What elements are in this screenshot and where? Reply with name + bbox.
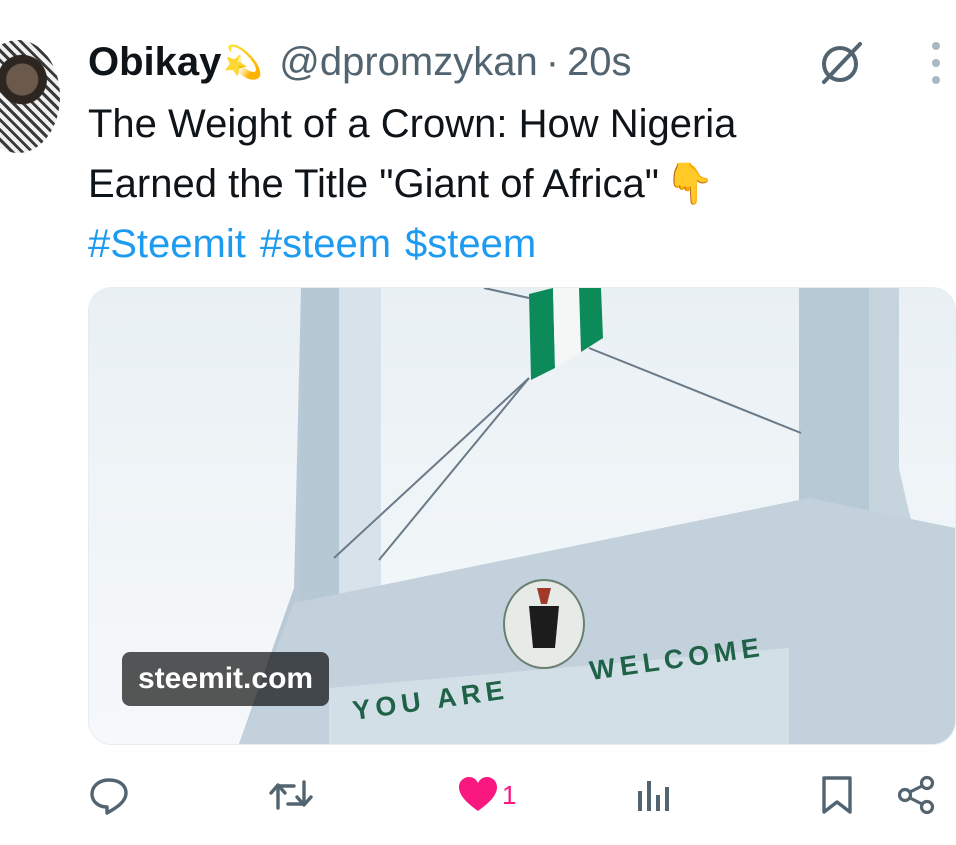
like-count: 1: [502, 779, 517, 810]
card-domain-label: steemit.com: [122, 652, 330, 706]
bookmark-icon: [822, 776, 852, 814]
like-button[interactable]: 1: [458, 770, 516, 820]
views-icon: [638, 781, 669, 811]
more-options-icon[interactable]: [922, 42, 950, 84]
pointing-down-emoji: 👇: [664, 162, 715, 206]
action-bar: 1: [88, 770, 954, 820]
tweet-text-line-1: The Weight of a Crown: How Nigeria: [88, 102, 737, 146]
tweet-text-line-2-content: Earned the Title "Giant of Africa": [88, 162, 659, 206]
tweet-text-line-2: Earned the Title "Giant of Africa" 👇: [88, 154, 948, 214]
dizzy-emoji: 💫: [223, 44, 264, 80]
reply-button[interactable]: [88, 770, 130, 820]
author-name[interactable]: Obikay: [88, 40, 221, 85]
repost-icon: [269, 780, 313, 810]
views-button[interactable]: [636, 770, 670, 820]
grok-icon[interactable]: [816, 38, 868, 86]
author-handle[interactable]: @dpromzykan: [279, 40, 537, 85]
tweet-body: The Weight of a Crown: How Nigeria Earne…: [88, 94, 948, 274]
tweet-header: Obikay 💫 @dpromzykan · 20s: [88, 38, 632, 86]
reply-icon: [90, 778, 128, 815]
share-icon: [897, 775, 935, 815]
hashtag-steem[interactable]: #steem: [260, 222, 391, 266]
hashtags: #Steemit #steem $steem: [88, 214, 948, 274]
separator-dot: ·: [545, 39, 560, 84]
timestamp[interactable]: 20s: [567, 40, 632, 85]
hashtag-steemit[interactable]: #Steemit: [88, 222, 246, 266]
cashtag-steem[interactable]: $steem: [405, 222, 536, 266]
avatar[interactable]: [0, 40, 60, 153]
repost-button[interactable]: [268, 770, 314, 820]
like-icon: [459, 777, 497, 811]
bookmark-button[interactable]: [820, 770, 854, 820]
link-card[interactable]: YOU ARE WELCOME steemit.com: [88, 287, 956, 745]
share-button[interactable]: [896, 770, 936, 820]
